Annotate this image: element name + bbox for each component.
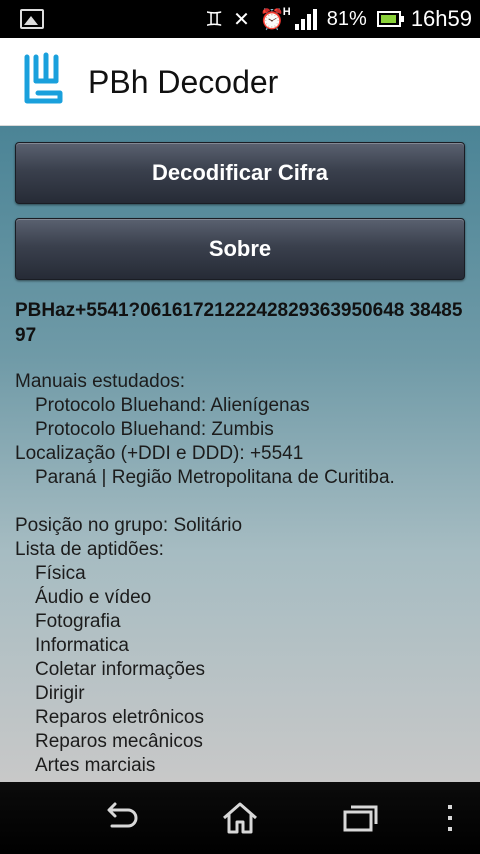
home-icon[interactable]: [220, 800, 260, 836]
list-item: Protocolo Bluehand: Alienígenas: [35, 395, 310, 416]
back-icon[interactable]: [100, 800, 140, 836]
app-title: PBh Decoder: [88, 64, 279, 100]
recent-apps-icon[interactable]: [340, 800, 380, 836]
navigation-bar: [0, 782, 480, 854]
skills-header: Lista de aptidões:: [15, 539, 164, 560]
list-item: Coletar informações: [35, 659, 206, 680]
list-item: Física: [35, 563, 86, 584]
location-detail: Paraná | Região Metropolitana de Curitib…: [35, 467, 395, 488]
list-item: Áudio e vídeo: [35, 587, 152, 608]
status-icons: ♊ ✕ ⏰ H 81% 16h59: [205, 0, 472, 38]
list-item: Reparos eletrônicos: [35, 707, 204, 728]
list-item: Informatica: [35, 635, 129, 656]
decode-cipher-button[interactable]: Decodificar Cifra: [15, 142, 465, 204]
decoded-code: PBHaz+5541?0616172122242829363950648 384…: [15, 300, 463, 346]
network-type: H: [282, 6, 291, 18]
manuals-header: Manuais estudados:: [15, 371, 186, 392]
screen: ♊ ✕ ⏰ H 81% 16h59 PBh Decoder Decodifica…: [0, 0, 480, 854]
list-item: Fotografia: [35, 611, 121, 632]
group-position: Posição no grupo: Solitário: [15, 515, 243, 536]
clock: 16h59: [410, 6, 472, 31]
battery-icon: [376, 11, 404, 27]
app-logo-icon: [24, 52, 63, 104]
about-button[interactable]: Sobre: [15, 218, 465, 280]
no-sim-icon: ✕: [233, 7, 250, 31]
battery-percent: 81%: [326, 8, 367, 30]
location-line: Localização (+DDI e DDD): +5541: [15, 443, 304, 464]
menu-icon[interactable]: [440, 800, 460, 836]
main-content[interactable]: Decodificar Cifra Sobre PBHaz+5541?06161…: [0, 126, 480, 782]
list-item: Reparos mecânicos: [35, 731, 203, 752]
status-bar: ♊ ✕ ⏰ H 81% 16h59: [0, 0, 480, 38]
image-icon: [20, 9, 44, 29]
nfc-icon: ♊: [205, 7, 224, 31]
list-item: Artes marciais: [35, 755, 156, 776]
alarm-icon: ⏰: [259, 7, 285, 31]
result-details: Manuais estudados: Protocolo Bluehand: A…: [15, 370, 470, 778]
signal-icon: H: [283, 6, 317, 30]
list-item: Dirigir: [35, 683, 85, 704]
action-bar: PBh Decoder: [0, 38, 480, 126]
list-item: Protocolo Bluehand: Zumbis: [35, 419, 274, 440]
